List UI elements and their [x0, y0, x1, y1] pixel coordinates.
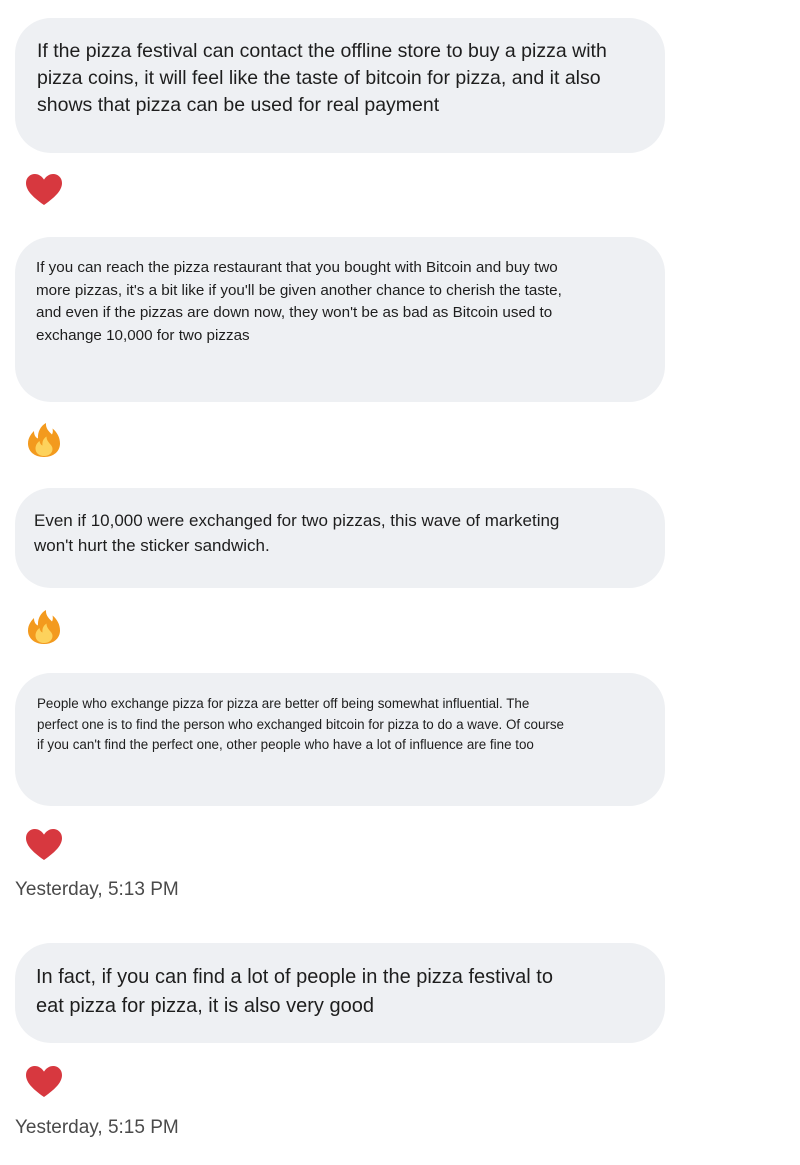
heart-reaction-graphic [23, 824, 65, 866]
heart-reaction-graphic [23, 1061, 65, 1103]
message-bubble[interactable]: If you can reach the pizza restaurant th… [15, 237, 665, 402]
fire-reaction-graphic [23, 606, 65, 648]
fire-icon[interactable] [22, 605, 66, 649]
message-text: Even if 10,000 were exchanged for two pi… [34, 511, 560, 555]
fire-reaction-graphic [23, 419, 65, 461]
message-bubble[interactable]: People who exchange pizza for pizza are … [15, 673, 665, 806]
message-bubble[interactable]: Even if 10,000 were exchanged for two pi… [15, 488, 665, 588]
message-timestamp: Yesterday, 5:15 PM [15, 1117, 179, 1138]
message-timestamp: Yesterday, 5:13 PM [15, 879, 179, 900]
heart-icon[interactable] [22, 1060, 66, 1104]
message-bubble[interactable]: If the pizza festival can contact the of… [15, 18, 665, 153]
fire-icon[interactable] [22, 418, 66, 462]
heart-icon[interactable] [22, 168, 66, 212]
message-bubble[interactable]: In fact, if you can find a lot of people… [15, 943, 665, 1043]
heart-reaction-graphic [23, 169, 65, 211]
message-text: People who exchange pizza for pizza are … [37, 696, 565, 752]
message-text: If the pizza festival can contact the of… [37, 40, 607, 116]
message-text: In fact, if you can find a lot of people… [36, 966, 553, 1017]
message-text: If you can reach the pizza restaurant th… [36, 259, 562, 344]
heart-icon[interactable] [22, 823, 66, 867]
